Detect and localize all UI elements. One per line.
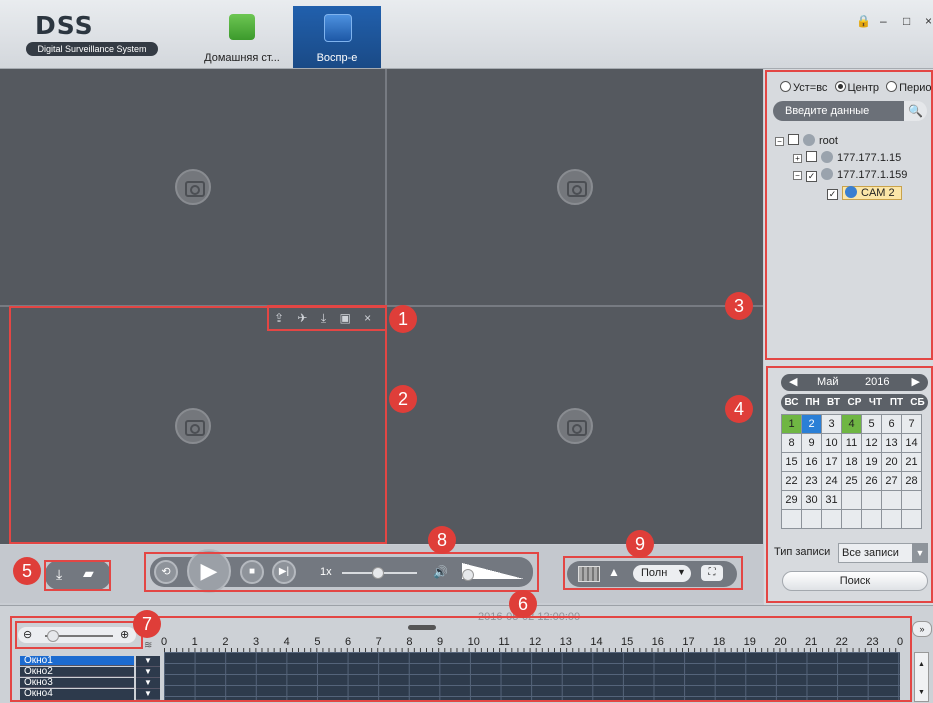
close-button[interactable]: × (925, 14, 932, 28)
annotation-box-8 (144, 552, 539, 592)
scroll-up-icon[interactable]: ▲ (918, 661, 925, 668)
annotation-box-9 (563, 556, 743, 590)
maximize-button[interactable]: □ (903, 14, 910, 28)
marker-5: 5 (13, 557, 41, 585)
marker-8: 8 (428, 526, 456, 554)
tab-home[interactable]: Домашняя ст... (196, 6, 288, 68)
scroll-down-icon[interactable]: ▼ (918, 689, 925, 696)
playback-icon (324, 14, 352, 42)
marker-1: 1 (389, 305, 417, 333)
tab-playback-label: Воспр-е (316, 52, 358, 64)
marker-3: 3 (725, 292, 753, 320)
tab-playback[interactable]: Воспр-е (293, 6, 381, 68)
marker-2: 2 (389, 385, 417, 413)
video-pane-2[interactable] (387, 69, 763, 305)
annotation-box-3 (765, 70, 933, 360)
timeline-scrollbar[interactable]: ▲ ▼ (914, 652, 929, 702)
video-pane-1[interactable] (0, 69, 385, 305)
annotation-box-2 (9, 306, 387, 544)
logo-subtitle: Digital Surveillance System (26, 42, 158, 56)
app-header (0, 0, 933, 69)
annotation-box-4 (766, 366, 933, 603)
annotation-box-7 (15, 621, 143, 649)
tab-home-label: Домашняя ст... (204, 52, 280, 64)
marker-4: 4 (725, 395, 753, 423)
marker-9: 9 (626, 530, 654, 558)
video-pane-4[interactable] (387, 307, 763, 544)
expand-right-icon[interactable]: » (912, 621, 932, 637)
marker-7: 7 (133, 610, 161, 638)
lock-icon[interactable]: 🔒 (856, 14, 871, 28)
minimize-button[interactable]: – (880, 14, 887, 28)
logo-title: DSS (35, 11, 94, 40)
marker-6: 6 (509, 590, 537, 618)
annotation-box-5 (44, 560, 111, 591)
home-icon (229, 14, 255, 40)
camera-icon (557, 407, 593, 444)
camera-icon (557, 169, 593, 205)
camera-icon (174, 169, 211, 205)
